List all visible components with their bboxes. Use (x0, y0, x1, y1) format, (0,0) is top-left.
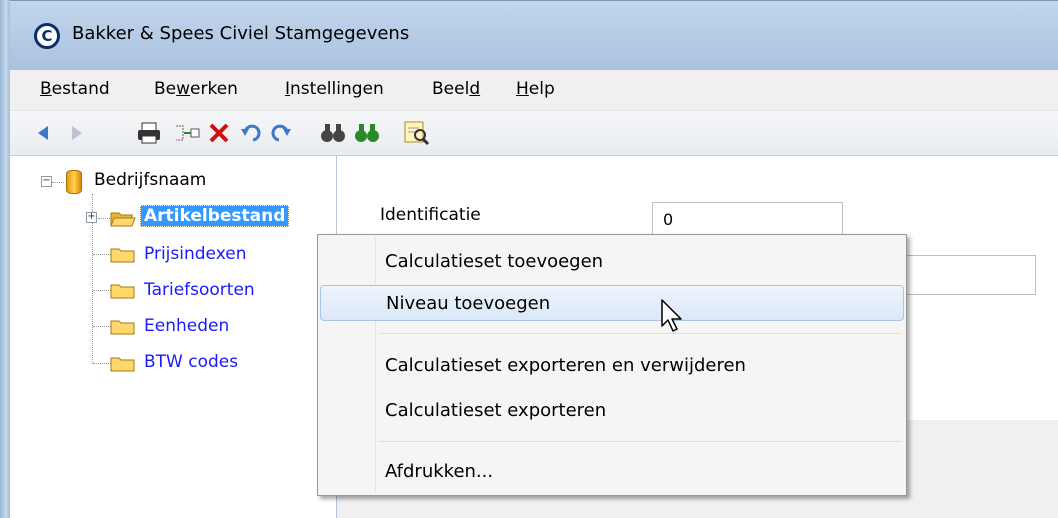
toolbar (10, 111, 1058, 156)
tree-node-bedrijfsnaam[interactable]: Bedrijfsnaam (94, 170, 206, 190)
collapse-icon[interactable]: − (41, 176, 52, 187)
delete-icon[interactable] (204, 119, 234, 147)
folder-icon (110, 248, 135, 263)
menu-item-afdrukken[interactable]: Afdrukken... (320, 454, 904, 490)
menu-bestand[interactable]: Bestand (40, 79, 110, 99)
folder-open-icon (110, 212, 136, 227)
menu-item-exporteren-verwijderen[interactable]: Calculatieset exporteren en verwijderen (320, 348, 904, 384)
menu-instellingen[interactable]: Instellingen (285, 79, 384, 99)
tree-node-tariefsoorten[interactable]: Tariefsoorten (144, 280, 255, 300)
find-icon[interactable] (318, 119, 348, 147)
menu-item-label: Calculatieset exporteren (385, 400, 607, 421)
folder-icon (110, 320, 135, 335)
menu-item-label: Afdrukken... (385, 461, 494, 482)
title-bar[interactable]: C Bakker & Spees Civiel Stamgegevens (10, 0, 1058, 71)
expand-icon[interactable]: + (86, 212, 97, 223)
menu-item-label: Calculatieset exporteren en verwijderen (385, 355, 746, 376)
identificatie-label: Identificatie (380, 205, 481, 225)
menu-item-label: Calculatieset toevoegen (385, 251, 604, 272)
menu-help[interactable]: Help (516, 79, 555, 99)
tree-node-eenheden[interactable]: Eenheden (144, 316, 229, 336)
zoom-query-icon[interactable] (402, 119, 432, 147)
menu-item-calculatieset-toevoegen[interactable]: Calculatieset toevoegen (320, 244, 904, 280)
window-title: Bakker & Spees Civiel Stamgegevens (72, 23, 410, 44)
back-arrow-icon[interactable] (28, 119, 58, 147)
context-menu: Calculatieset toevoegen Niveau toevoegen… (317, 234, 907, 496)
mouse-cursor-icon (661, 299, 682, 332)
window-border (0, 0, 10, 518)
tree-node-btw-codes[interactable]: BTW codes (144, 352, 238, 372)
menu-bar: Bestand Bewerken Instellingen Beeld Help (10, 70, 1058, 111)
menu-bewerken[interactable]: Bewerken (154, 79, 238, 99)
description-input[interactable] (900, 255, 1036, 295)
identificatie-input[interactable]: 0 (652, 202, 843, 236)
undo-icon[interactable] (236, 119, 266, 147)
print-icon[interactable] (134, 119, 164, 147)
redo-icon[interactable] (266, 119, 296, 147)
tree-node-prijsindexen[interactable]: Prijsindexen (144, 244, 246, 264)
folder-icon (110, 284, 135, 299)
menu-separator (378, 333, 902, 334)
folder-icon (110, 357, 135, 372)
menu-separator (378, 441, 902, 442)
menu-item-exporteren[interactable]: Calculatieset exporteren (320, 393, 904, 429)
menu-item-niveau-toevoegen[interactable]: Niveau toevoegen (320, 285, 904, 321)
menu-beeld[interactable]: Beeld (432, 79, 480, 99)
find-next-icon[interactable] (352, 119, 382, 147)
forward-arrow-icon[interactable] (62, 119, 92, 147)
tree-node-artikelbestand[interactable]: Artikelbestand (140, 205, 290, 227)
insert-icon[interactable] (172, 119, 202, 147)
tree-panel[interactable]: − Bedrijfsnaam + Artikelbestand Prijsind… (10, 156, 337, 518)
app-icon[interactable]: C (34, 23, 60, 49)
menu-item-label: Niveau toevoegen (386, 293, 551, 314)
database-icon (66, 170, 82, 194)
